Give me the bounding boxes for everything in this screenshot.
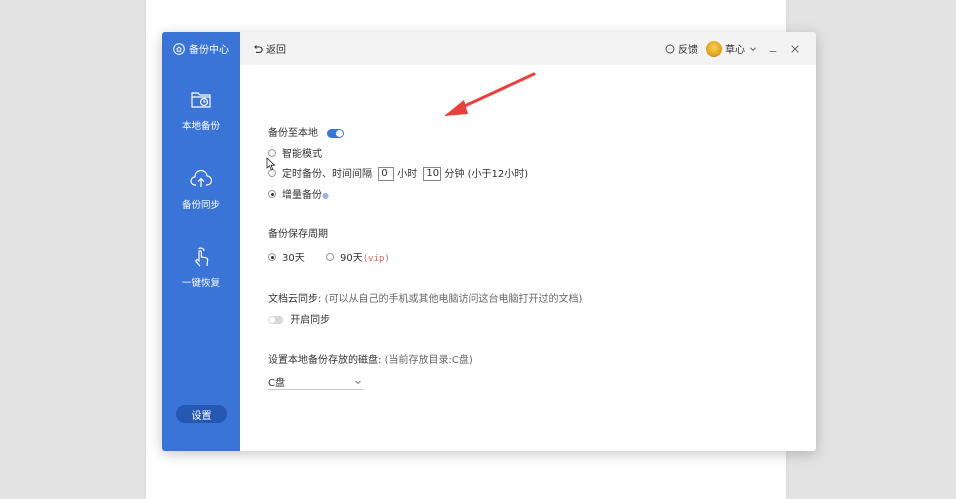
cloud-sync-toggle[interactable] [268, 316, 283, 324]
sidebar-item-label: 一键恢复 [181, 278, 220, 289]
disk-section: 设置本地备份存放的磁盘: (当前存放目录:C盘) [268, 351, 473, 366]
avatar [706, 40, 722, 57]
backup-local-toggle[interactable] [327, 128, 345, 138]
hours-unit: 小时 [397, 169, 418, 180]
sidebar-item-label: 备份同步 [181, 200, 220, 211]
user-name: 草心 [725, 45, 745, 56]
chevron-down-icon [750, 46, 756, 51]
tap-hand-icon [195, 247, 209, 267]
info-dot-icon: ● [322, 191, 329, 200]
sidebar-header-title: 备份中心 [189, 45, 229, 56]
feedback-button[interactable]: 反馈 [665, 41, 698, 56]
incremental-label: 增量备份 [282, 190, 322, 201]
sidebar-header: 备份中心 [162, 32, 240, 65]
cloud-upload-icon [190, 169, 213, 187]
cloud-sync-toggle-label: 开启同步 [290, 315, 331, 326]
30-days-label: 30天 [282, 253, 305, 264]
sidebar-item-one-click-restore[interactable]: 一键恢复 [162, 245, 240, 289]
radio-circle [326, 253, 334, 261]
sidebar-item-label: 本地备份 [181, 121, 220, 132]
minimize-button[interactable] [766, 42, 780, 56]
topbar-actions: 反馈 草心 [665, 40, 802, 57]
mouse-cursor-icon [266, 157, 276, 171]
back-label: 返回 [266, 45, 286, 56]
disk-title: 设置本地备份存放的磁盘: [268, 355, 382, 366]
hours-input[interactable]: 0 [378, 167, 395, 181]
disk-select-value: C盘 [268, 378, 285, 389]
disk-select[interactable]: C盘 [268, 374, 364, 390]
cloud-sync-note: (可以从自己的手机或其他电脑访问这台电脑打开过的文档) [324, 294, 583, 305]
chat-bubble-icon [665, 44, 675, 53]
topbar: 返回 反馈 草心 [240, 32, 816, 65]
cloud-sync-title: 文档云同步: [268, 294, 322, 305]
sidebar-item-local-backup[interactable]: 本地备份 [162, 88, 240, 132]
radio-30-days[interactable]: 30天 [268, 249, 305, 264]
annotation-arrow-icon [444, 72, 536, 116]
radio-90-days[interactable]: 90天(vip) [326, 249, 390, 264]
radio-timed-backup[interactable]: 定时备份、时间间隔 0 小时 10 分钟 (小于12小时) [268, 165, 528, 181]
smart-mode-label: 智能模式 [282, 149, 322, 160]
cloud-sync-section: 文档云同步: (可以从自己的手机或其他电脑访问这台电脑打开过的文档) [268, 290, 582, 305]
sidebar-item-backup-sync[interactable]: 备份同步 [162, 167, 240, 211]
sidebar: 备份中心 本地备份 备份同步 一键恢复 设置 [162, 32, 240, 451]
settings-button[interactable]: 设置 [176, 405, 227, 423]
user-menu[interactable]: 草心 [706, 40, 758, 57]
timed-note: (小于12小时) [467, 169, 529, 180]
folder-clock-icon [191, 92, 211, 108]
radio-smart-mode[interactable]: 智能模式 [268, 145, 322, 160]
undo-icon [254, 44, 263, 53]
minutes-unit: 分钟 [444, 169, 465, 180]
feedback-label: 反馈 [678, 45, 698, 56]
backup-local-section: 备份至本地 [268, 124, 345, 139]
radio-circle-selected [268, 190, 276, 198]
close-icon [791, 44, 799, 53]
home-icon [173, 42, 185, 55]
chevron-down-icon [355, 380, 361, 384]
radio-circle-selected [268, 253, 276, 261]
back-button[interactable]: 返回 [253, 41, 286, 56]
close-button[interactable] [788, 42, 802, 56]
backup-local-title: 备份至本地 [268, 128, 318, 139]
timed-backup-label: 定时备份、时间间隔 [282, 169, 372, 180]
minutes-input[interactable]: 10 [423, 167, 442, 181]
radio-circle [268, 149, 276, 157]
disk-note: (当前存放目录:C盘) [384, 355, 473, 366]
radio-incremental-backup[interactable]: 增量备份● [268, 186, 329, 201]
retention-title: 备份保存周期 [268, 229, 328, 240]
vip-tag: (vip) [362, 254, 390, 264]
minimize-icon [769, 50, 777, 52]
90-days-label: 90天 [340, 253, 363, 264]
cloud-sync-toggle-row[interactable]: 开启同步 [268, 311, 330, 326]
